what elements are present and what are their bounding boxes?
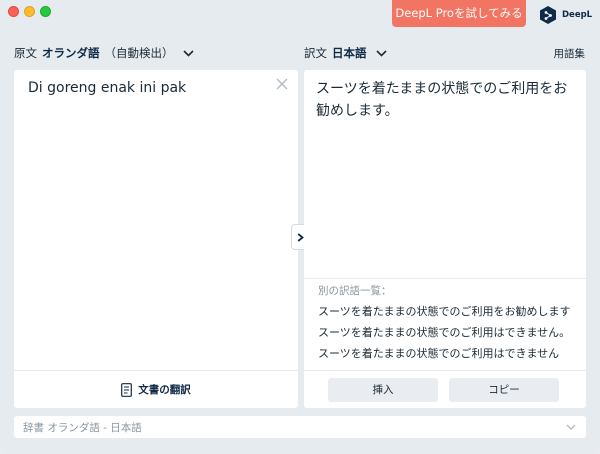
try-pro-button[interactable]: DeepL Proを試してみる xyxy=(392,0,526,27)
target-language: 日本語 xyxy=(332,46,367,60)
document-icon xyxy=(121,382,133,397)
alternatives-title: 別の訳語一覧： xyxy=(318,285,392,297)
chevron-down-icon xyxy=(375,49,387,57)
title-bar: DeepL Proを試してみる DeepL xyxy=(0,0,600,28)
dictionary-bar[interactable]: 辞書 オランダ語 - 日本語 xyxy=(14,416,586,438)
source-panel: Di goreng enak ini pak 文書の翻訳 xyxy=(14,70,298,408)
target-prefix: 訳文 xyxy=(304,46,327,60)
window-minimize-button[interactable] xyxy=(24,6,35,17)
brand: DeepL xyxy=(539,5,592,25)
brand-name: DeepL xyxy=(562,10,593,20)
alternative-item[interactable]: スーツを着たままの状態でのご利用はできません。 xyxy=(318,324,570,340)
source-text-input[interactable]: Di goreng enak ini pak xyxy=(28,80,186,96)
source-language: オランダ語 xyxy=(42,46,100,60)
alternative-item[interactable]: スーツを着たままの状態でのご利用をお勧めします xyxy=(318,303,570,319)
target-panel: スーツを着たままの状態でのご利用をお勧めします。 別の訳語一覧： スーツを着たま… xyxy=(304,70,586,408)
document-label: 文書の翻訳 xyxy=(138,384,191,396)
deepl-window: DeepL Proを試してみる DeepL 原文 オランダ語 （自動検出） 訳文… xyxy=(0,0,600,454)
alternative-item[interactable]: スーツを着たままの状態でのご利用はできません xyxy=(318,345,559,361)
chevron-down-icon xyxy=(566,424,576,430)
close-icon[interactable] xyxy=(276,78,288,90)
glossary-link[interactable]: 用語集 xyxy=(554,46,586,61)
source-language-selector[interactable]: 原文 オランダ語 （自動検出） xyxy=(14,44,194,62)
window-maximize-button[interactable] xyxy=(40,6,51,17)
chevron-down-icon xyxy=(182,49,194,57)
insert-button[interactable]: 挿入 xyxy=(328,378,438,402)
copy-button[interactable]: コピー xyxy=(449,378,559,402)
target-language-selector[interactable]: 訳文 日本語 xyxy=(304,44,387,62)
window-close-button[interactable] xyxy=(8,6,19,17)
alternatives-list: 別の訳語一覧： スーツを着たままの状態でのご利用をお勧めします スーツを着たまま… xyxy=(304,278,586,370)
source-prefix: 原文 xyxy=(14,46,37,60)
auto-detect-label: （自動検出） xyxy=(104,46,174,60)
translation-output[interactable]: スーツを着たままの状態でのご利用をお勧めします。 xyxy=(316,78,578,122)
translate-document-button[interactable]: 文書の翻訳 xyxy=(14,370,298,408)
deepl-logo-icon xyxy=(540,5,556,24)
chevron-right-icon xyxy=(297,232,304,242)
target-actions: 挿入 コピー xyxy=(304,370,586,408)
dictionary-label: 辞書 オランダ語 - 日本語 xyxy=(23,422,142,434)
